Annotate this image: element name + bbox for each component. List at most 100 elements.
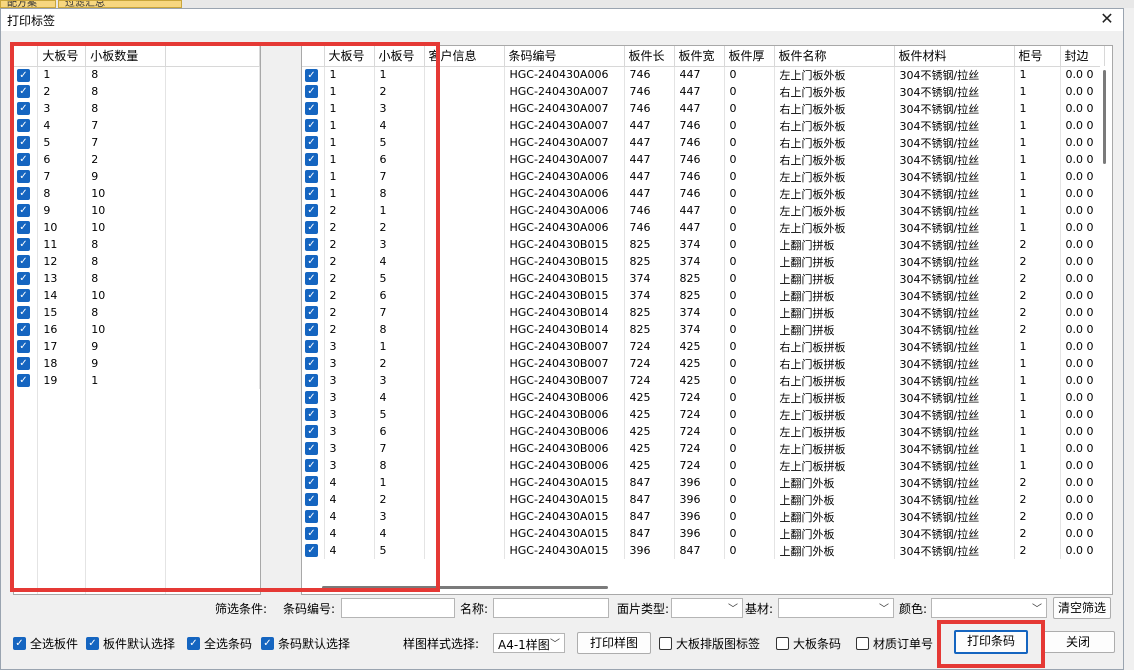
table-row[interactable]: ✓ 14 10 [14, 287, 260, 304]
table-row[interactable]: ✓ 2 3 HGC-240430B015 825 374 0 上翻门拼板 304不锈钢/拉丝 2 0… [302, 236, 1105, 253]
row-checkbox[interactable]: ✓ [302, 372, 325, 389]
vertical-scrollbar[interactable] [1100, 66, 1112, 571]
table-row[interactable]: ✓ 1 8 HGC-240430A006 447 746 0 左上门板外板 304不锈钢/拉丝 1… [302, 185, 1105, 202]
row-checkbox[interactable]: ✓ [302, 168, 325, 185]
row-checkbox[interactable]: ✓ [302, 151, 325, 168]
material-order-checkbox[interactable]: 材质订单号 [856, 635, 933, 652]
row-checkbox[interactable]: ✓ [14, 219, 39, 236]
clear-filter-button[interactable]: 清空筛选 [1053, 597, 1111, 619]
close-icon[interactable]: ✕ [1097, 9, 1117, 29]
table-row[interactable]: ✓ 4 3 HGC-240430A015 847 396 0 上翻门外板 304不锈钢/拉丝 2 0… [302, 508, 1105, 525]
style-select[interactable]: A4-1样图 ﹀ [493, 633, 565, 653]
row-checkbox[interactable]: ✓ [302, 304, 325, 321]
row-checkbox[interactable]: ✓ [14, 134, 39, 151]
table-row[interactable]: ✓ 3 8 HGC-240430B006 425 724 0 左上门板拼板 304不锈钢/拉丝 1… [302, 457, 1105, 474]
table-row[interactable]: ✓ 11 8 [14, 236, 260, 253]
panels-default-checkbox[interactable]: ✓ 板件默认选择 [86, 635, 175, 652]
row-checkbox[interactable]: ✓ [302, 474, 325, 491]
table-row[interactable]: ✓ 2 2 HGC-240430A006 746 447 0 左上门板外板 304不锈钢/拉丝 1… [302, 219, 1105, 236]
name-filter-input[interactable] [493, 598, 609, 618]
row-checkbox[interactable]: ✓ [302, 508, 325, 525]
table-row[interactable]: ✓ 1 1 HGC-240430A006 746 447 0 左上门板外板 304不锈钢/拉丝 1… [302, 66, 1105, 83]
table-row[interactable]: ✓ 12 8 [14, 253, 260, 270]
row-checkbox[interactable]: ✓ [14, 202, 39, 219]
row-checkbox[interactable]: ✓ [14, 151, 39, 168]
row-checkbox[interactable]: ✓ [302, 423, 325, 440]
print-barcode-button[interactable]: 打印条码 [954, 630, 1028, 654]
table-row[interactable]: ✓ 3 6 HGC-240430B006 425 724 0 左上门板拼板 304不锈钢/拉丝 1… [302, 423, 1105, 440]
table-row[interactable]: ✓ 2 5 HGC-240430B015 374 825 0 上翻门拼板 304不锈钢/拉丝 2 0… [302, 270, 1105, 287]
row-checkbox[interactable]: ✓ [14, 100, 39, 117]
row-checkbox[interactable]: ✓ [14, 185, 39, 202]
table-row[interactable]: ✓ 9 10 [14, 202, 260, 219]
row-checkbox[interactable]: ✓ [302, 83, 325, 100]
table-row[interactable]: ✓ 2 6 HGC-240430B015 374 825 0 上翻门拼板 304不锈钢/拉丝 2 0… [302, 287, 1105, 304]
row-checkbox[interactable]: ✓ [302, 219, 325, 236]
row-checkbox[interactable]: ✓ [14, 117, 39, 134]
table-row[interactable]: ✓ 4 7 [14, 117, 260, 134]
row-checkbox[interactable]: ✓ [302, 236, 325, 253]
table-row[interactable]: ✓ 1 8 [14, 66, 260, 83]
table-row[interactable]: ✓ 16 10 [14, 321, 260, 338]
table-row[interactable]: ✓ 1 5 HGC-240430A007 447 746 0 右上门板外板 304不锈钢/拉丝 1… [302, 134, 1105, 151]
row-checkbox[interactable]: ✓ [302, 287, 325, 304]
row-checkbox[interactable]: ✓ [302, 491, 325, 508]
table-row[interactable]: ✓ 7 9 [14, 168, 260, 185]
select-all-barcodes-checkbox[interactable]: ✓ 全选条码 [187, 635, 252, 652]
table-row[interactable]: ✓ 3 1 HGC-240430B007 724 425 0 右上门板拼板 304不锈钢/拉丝 1… [302, 338, 1105, 355]
table-row[interactable]: ✓ 2 8 [14, 83, 260, 100]
table-row[interactable]: ✓ 3 2 HGC-240430B007 724 425 0 右上门板拼板 304不锈钢/拉丝 1… [302, 355, 1105, 372]
table-row[interactable]: ✓ 17 9 [14, 338, 260, 355]
face-type-select[interactable]: ﹀ [671, 598, 743, 618]
row-checkbox[interactable]: ✓ [302, 406, 325, 423]
table-row[interactable]: ✓ 1 6 HGC-240430A007 447 746 0 右上门板外板 304不锈钢/拉丝 1… [302, 151, 1105, 168]
row-checkbox[interactable]: ✓ [14, 355, 39, 372]
table-row[interactable]: ✓ 4 2 HGC-240430A015 847 396 0 上翻门外板 304不锈钢/拉丝 2 0… [302, 491, 1105, 508]
color-select[interactable]: ﹀ [931, 598, 1047, 618]
row-checkbox[interactable]: ✓ [302, 66, 325, 83]
table-row[interactable]: ✓ 15 8 [14, 304, 260, 321]
select-all-panels-checkbox[interactable]: ✓ 全选板件 [13, 635, 78, 652]
row-checkbox[interactable]: ✓ [14, 236, 39, 253]
horizontal-scrollbar[interactable] [302, 580, 1102, 594]
row-checkbox[interactable]: ✓ [14, 270, 39, 287]
row-checkbox[interactable]: ✓ [14, 253, 39, 270]
row-checkbox[interactable]: ✓ [302, 389, 325, 406]
table-row[interactable]: ✓ 3 3 HGC-240430B007 724 425 0 右上门板拼板 304不锈钢/拉丝 1… [302, 372, 1105, 389]
base-material-select[interactable]: ﹀ [778, 598, 894, 618]
table-row[interactable]: ✓ 3 8 [14, 100, 260, 117]
row-checkbox[interactable]: ✓ [302, 542, 325, 559]
table-row[interactable]: ✓ 10 10 [14, 219, 260, 236]
row-checkbox[interactable]: ✓ [302, 270, 325, 287]
row-checkbox[interactable]: ✓ [14, 168, 39, 185]
table-row[interactable]: ✓ 4 1 HGC-240430A015 847 396 0 上翻门外板 304不锈钢/拉丝 2 0… [302, 474, 1105, 491]
table-row[interactable]: ✓ 8 10 [14, 185, 260, 202]
row-checkbox[interactable]: ✓ [302, 457, 325, 474]
row-checkbox[interactable]: ✓ [14, 66, 39, 83]
table-row[interactable]: ✓ 3 4 HGC-240430B006 425 724 0 左上门板拼板 304不锈钢/拉丝 1… [302, 389, 1105, 406]
row-checkbox[interactable]: ✓ [302, 321, 325, 338]
table-row[interactable]: ✓ 19 1 [14, 372, 260, 389]
row-checkbox[interactable]: ✓ [302, 202, 325, 219]
table-row[interactable]: ✓ 1 3 HGC-240430A007 746 447 0 右上门板外板 304不锈钢/拉丝 1… [302, 100, 1105, 117]
table-row[interactable]: ✓ 1 4 HGC-240430A007 447 746 0 右上门板外板 304不锈钢/拉丝 1… [302, 117, 1105, 134]
close-button[interactable]: 关闭 [1041, 631, 1115, 653]
row-checkbox[interactable]: ✓ [302, 355, 325, 372]
row-checkbox[interactable]: ✓ [14, 83, 39, 100]
table-row[interactable]: ✓ 13 8 [14, 270, 260, 287]
row-checkbox[interactable]: ✓ [14, 287, 39, 304]
row-checkbox[interactable]: ✓ [302, 440, 325, 457]
table-row[interactable]: ✓ 1 7 HGC-240430A006 447 746 0 左上门板外板 304不锈钢/拉丝 1… [302, 168, 1105, 185]
row-checkbox[interactable]: ✓ [14, 321, 39, 338]
print-sample-button[interactable]: 打印样图 [577, 632, 651, 654]
row-checkbox[interactable]: ✓ [302, 100, 325, 117]
table-row[interactable]: ✓ 6 2 [14, 151, 260, 168]
table-row[interactable]: ✓ 4 5 HGC-240430A015 396 847 0 上翻门外板 304不锈钢/拉丝 2 0… [302, 542, 1105, 559]
row-checkbox[interactable]: ✓ [302, 525, 325, 542]
barcodes-default-checkbox[interactable]: ✓ 条码默认选择 [261, 635, 350, 652]
row-checkbox[interactable]: ✓ [14, 372, 39, 389]
table-row[interactable]: ✓ 2 1 HGC-240430A006 746 447 0 左上门板外板 304不锈钢/拉丝 1… [302, 202, 1105, 219]
table-row[interactable]: ✓ 18 9 [14, 355, 260, 372]
row-checkbox[interactable]: ✓ [302, 117, 325, 134]
table-row[interactable]: ✓ 3 7 HGC-240430B006 425 724 0 左上门板拼板 304不锈钢/拉丝 1… [302, 440, 1105, 457]
